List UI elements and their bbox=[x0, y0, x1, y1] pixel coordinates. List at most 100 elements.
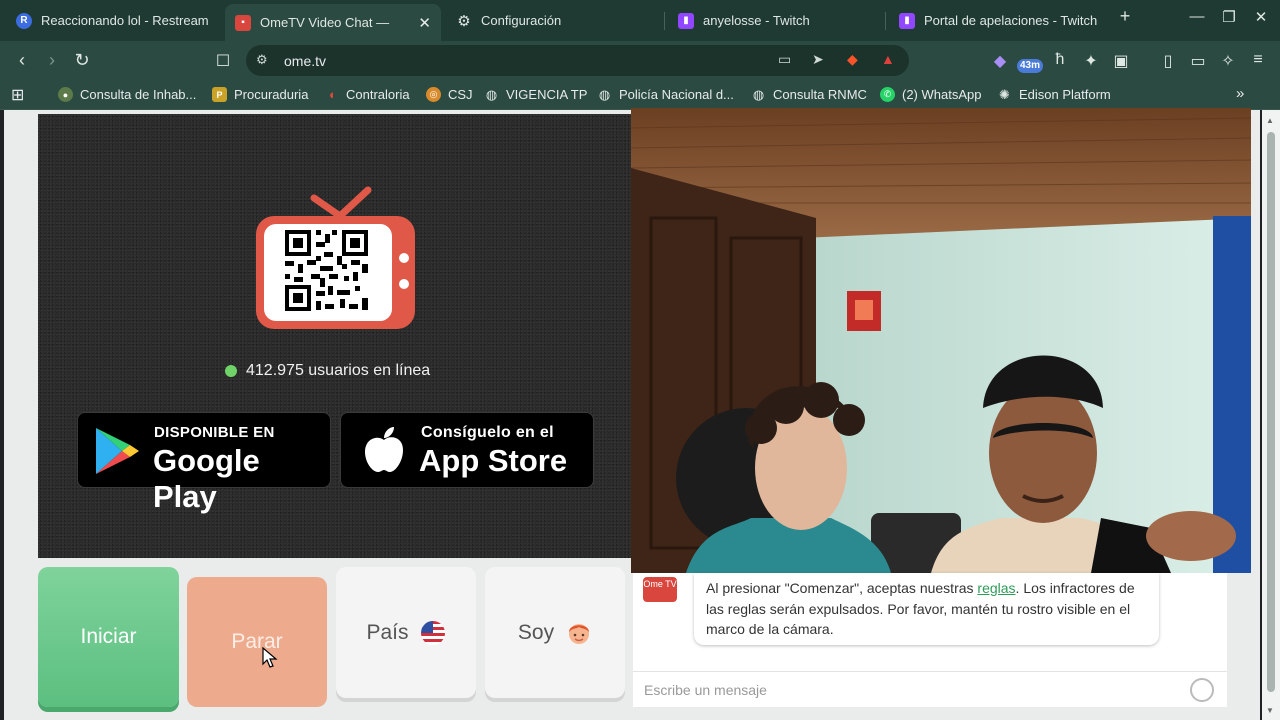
bookmark-item[interactable]: ◍ Policía Nacional d... bbox=[597, 86, 734, 103]
bookmarks-bar: ⊞ ● Consulta de Inhab... P Procuraduria … bbox=[0, 81, 1280, 110]
tab-twitch-apelaciones[interactable]: ▮ Portal de apelaciones - Twitch bbox=[889, 4, 1103, 37]
page-scrollbar[interactable]: ▲ ▼ bbox=[1262, 110, 1280, 720]
chat-panel: Ome TV Al presionar "Comenzar", aceptas … bbox=[633, 573, 1227, 707]
url-text[interactable]: ome.tv bbox=[284, 53, 326, 69]
cast-icon[interactable]: ▭ bbox=[778, 51, 791, 68]
gender-button[interactable]: Soy bbox=[485, 567, 625, 698]
site-settings-icon[interactable]: ⚙ bbox=[256, 52, 268, 68]
restore-button[interactable]: ❐ bbox=[1214, 8, 1244, 26]
send-icon[interactable]: ➤ bbox=[812, 51, 824, 68]
start-button-label: Iniciar bbox=[80, 625, 137, 648]
app-store-big-text: App Store bbox=[419, 443, 568, 478]
app-store-badge[interactable]: Consíguelo en el App Store bbox=[340, 412, 594, 488]
bookmark-item[interactable]: ◍ Consulta RNMC bbox=[751, 86, 867, 103]
tab-title: OmeTV Video Chat — bbox=[260, 15, 390, 30]
message-input-placeholder: Escribe un mensaje bbox=[644, 682, 767, 698]
tab-title: Reaccionando lol - Restream bbox=[41, 13, 209, 28]
left-panel bbox=[38, 114, 632, 558]
restream-icon: R bbox=[16, 12, 32, 29]
apple-icon bbox=[365, 427, 403, 472]
wallet-icon[interactable]: ▭ bbox=[1187, 51, 1209, 71]
tab-title: anyelosse - Twitch bbox=[703, 13, 810, 28]
mouse-cursor-icon bbox=[262, 647, 278, 668]
minimize-button[interactable]: — bbox=[1182, 8, 1212, 25]
forward-icon[interactable]: › bbox=[40, 50, 64, 71]
bookmark-item[interactable]: ✆ (2) WhatsApp bbox=[880, 87, 981, 102]
contraloria-icon: ◖ bbox=[327, 87, 336, 102]
globe-icon: ◍ bbox=[752, 86, 765, 102]
system-message-bubble: Al presionar "Comenzar", aceptas nuestra… bbox=[694, 573, 1159, 645]
tab-title: Configuración bbox=[481, 13, 562, 28]
stop-button[interactable]: Parar bbox=[187, 577, 327, 707]
bookmark-item[interactable]: ✺ Edison Platform bbox=[997, 86, 1111, 103]
brave-shield-icon[interactable]: ◆ bbox=[847, 51, 858, 68]
scroll-up-icon[interactable]: ▲ bbox=[1266, 116, 1274, 125]
bookmark-item[interactable]: ● Consulta de Inhab... bbox=[58, 87, 196, 102]
tab-ometv[interactable]: ▪ OmeTV Video Chat — ✕ bbox=[225, 4, 441, 41]
scrollbar-thumb[interactable] bbox=[1267, 132, 1275, 692]
google-play-big-text: Google Play bbox=[153, 443, 260, 514]
partner-video-feed bbox=[631, 108, 1251, 573]
sidebar-icon[interactable]: ▯ bbox=[1157, 51, 1179, 71]
country-button-label: País bbox=[366, 620, 409, 644]
bookmark-item[interactable]: ◖ Contraloria bbox=[324, 87, 410, 102]
rewards-icon[interactable]: ▲ bbox=[881, 51, 895, 67]
scroll-down-icon[interactable]: ▼ bbox=[1266, 706, 1274, 715]
extension-h-icon[interactable]: ħ bbox=[1049, 51, 1071, 69]
online-count-text: 412.975 usuarios en línea bbox=[246, 362, 431, 379]
tab-divider bbox=[885, 12, 886, 30]
bookmark-icon[interactable]: ☐ bbox=[211, 51, 235, 71]
leo-ai-icon[interactable]: ✧ bbox=[1217, 51, 1239, 71]
tab-strip: R Reaccionando lol - Restream ▪ OmeTV Vi… bbox=[0, 0, 1280, 41]
extension-badge: 43m bbox=[1017, 59, 1043, 73]
address-bar[interactable]: ⚙ ome.tv ▭ ➤ ◆ ▲ bbox=[246, 45, 909, 76]
online-users-counter: 412.975 usuarios en línea bbox=[225, 362, 430, 380]
tab-divider bbox=[664, 12, 665, 30]
ometv-chat-logo-icon: Ome TV bbox=[643, 577, 677, 602]
tab-twitch-anyelosse[interactable]: ▮ anyelosse - Twitch bbox=[668, 4, 882, 37]
procuraduria-icon: P bbox=[212, 87, 227, 102]
google-play-badge[interactable]: DISPONIBLE EN Google Play bbox=[77, 412, 331, 514]
us-flag-icon bbox=[420, 620, 445, 645]
whatsapp-icon: ✆ bbox=[880, 87, 895, 102]
more-bookmarks-icon[interactable]: » bbox=[1236, 85, 1244, 102]
tab-title: Portal de apelaciones - Twitch bbox=[924, 13, 1098, 28]
rules-link[interactable]: reglas bbox=[977, 580, 1015, 596]
close-tab-icon[interactable]: ✕ bbox=[410, 14, 431, 32]
reader-icon[interactable]: ▣ bbox=[1110, 51, 1132, 71]
globe-icon: ◍ bbox=[485, 86, 498, 102]
start-button[interactable]: Iniciar bbox=[38, 567, 179, 707]
gear-icon: ⚙ bbox=[457, 12, 471, 30]
globe-icon: ◍ bbox=[598, 86, 611, 102]
extensions-puzzle-icon[interactable]: ✦ bbox=[1080, 51, 1102, 71]
bookmark-item[interactable]: P Procuraduria bbox=[212, 87, 308, 102]
menu-icon[interactable]: ≡ bbox=[1247, 51, 1269, 69]
emoji-icon[interactable] bbox=[1190, 678, 1214, 702]
country-button[interactable]: País bbox=[336, 567, 476, 698]
extension-purple-icon[interactable]: ◆ bbox=[989, 51, 1011, 71]
twitch-icon: ▮ bbox=[899, 12, 915, 29]
google-play-small-text: DISPONIBLE EN bbox=[154, 424, 275, 441]
back-icon[interactable]: ‹ bbox=[10, 50, 34, 71]
gender-button-label: Soy bbox=[517, 620, 555, 644]
tab-restream[interactable]: R Reaccionando lol - Restream bbox=[6, 4, 220, 37]
seal-icon: ● bbox=[58, 87, 73, 102]
ometv-tv-logo-icon bbox=[256, 186, 415, 329]
apps-grid-icon[interactable]: ⊞ bbox=[11, 85, 24, 105]
close-window-button[interactable]: ✕ bbox=[1246, 8, 1276, 26]
message-text-start: Al presionar "Comenzar", aceptas nuestra… bbox=[706, 580, 978, 596]
bookmark-item[interactable]: ◎ CSJ bbox=[426, 87, 473, 102]
google-play-icon bbox=[96, 428, 139, 474]
message-input[interactable]: Escribe un mensaje bbox=[633, 671, 1227, 707]
bookmark-item[interactable]: ◍ VIGENCIA TP bbox=[484, 86, 588, 103]
new-tab-button[interactable]: + bbox=[1110, 6, 1140, 27]
browser-toolbar: ‹ › ↻ ☐ ⚙ ome.tv ▭ ➤ ◆ ▲ ◆ ħ ✦ ▣ ▯ ▭ ✧ ≡ bbox=[0, 41, 1280, 81]
reload-icon[interactable]: ↻ bbox=[70, 50, 94, 71]
video-frame bbox=[631, 108, 1251, 573]
online-status-dot bbox=[225, 365, 237, 377]
tab-configuracion[interactable]: ⚙ Configuración bbox=[446, 4, 660, 37]
ometv-icon: ▪ bbox=[235, 14, 251, 31]
app-store-small-text: Consíguelo en el bbox=[421, 424, 554, 441]
csj-icon: ◎ bbox=[426, 87, 441, 102]
edison-icon: ✺ bbox=[999, 86, 1010, 102]
